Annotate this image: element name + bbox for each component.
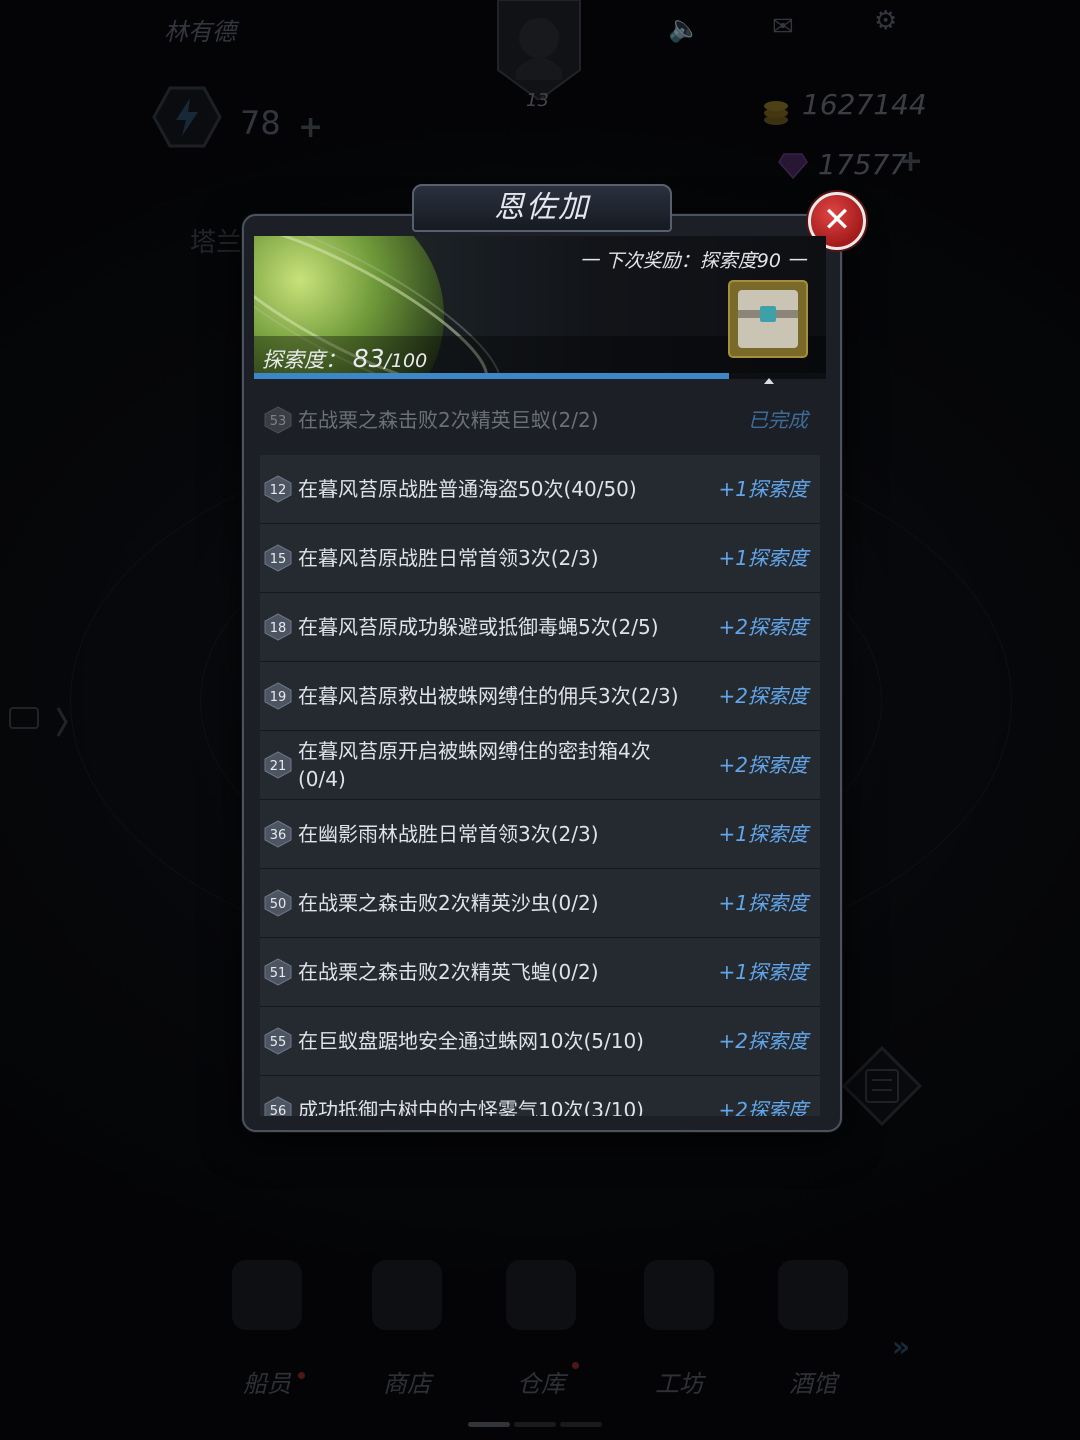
- task-text: 在暮风苔原救出被蛛网缚住的佣兵3次(2/3): [298, 684, 679, 708]
- task-number: 15: [270, 552, 287, 567]
- task-row[interactable]: 15 在暮风苔原战胜日常首领3次(2/3) +1探索度: [260, 524, 820, 594]
- task-number: 19: [270, 690, 287, 705]
- task-text: 在暮风苔原战胜日常首领3次(2/3): [298, 546, 599, 570]
- task-number-badge: 19: [264, 682, 292, 710]
- task-reward: +2探索度: [718, 1098, 808, 1116]
- next-reward-label: 一 下次奖励：探索度90 一: [579, 250, 806, 272]
- task-reward: +1探索度: [718, 891, 808, 915]
- task-reward: +2探索度: [718, 684, 808, 708]
- task-row[interactable]: 18 在暮风苔原成功躲避或抵御毒蝇5次(2/5) +2探索度: [260, 593, 820, 663]
- task-number: 21: [270, 759, 287, 774]
- task-row[interactable]: 19 在暮风苔原救出被蛛网缚住的佣兵3次(2/3) +2探索度: [260, 662, 820, 732]
- explore-current: 83: [352, 344, 385, 373]
- task-row[interactable]: 36 在幽影雨林战胜日常首领3次(2/3) +1探索度: [260, 800, 820, 870]
- explore-progress-bar: [254, 373, 826, 379]
- task-number-badge: 56: [264, 1096, 292, 1116]
- modal-title: 恩佐加: [494, 190, 590, 225]
- task-number-badge: 53: [264, 406, 292, 434]
- task-text: 在战栗之森击败2次精英飞蝗(0/2): [298, 960, 599, 984]
- explore-progress-fill: [254, 373, 729, 379]
- task-number-badge: 50: [264, 889, 292, 917]
- task-number: 53: [270, 414, 287, 429]
- task-text: 在巨蚁盘踞地安全通过蛛网10次(5/10): [298, 1029, 644, 1053]
- explore-max: /100: [384, 350, 428, 372]
- task-number-badge: 21: [264, 751, 292, 779]
- task-number: 12: [270, 483, 287, 498]
- task-row[interactable]: 21 在暮风苔原开启被蛛网缚住的密封箱4次(0/4) +2探索度: [260, 731, 820, 801]
- explore-progress-label: 探索度： 83/100: [262, 344, 427, 374]
- task-number-badge: 51: [264, 958, 292, 986]
- task-row[interactable]: 50 在战栗之森击败2次精英沙虫(0/2) +1探索度: [260, 869, 820, 939]
- progress-marker: [764, 378, 774, 384]
- task-reward: +1探索度: [718, 960, 808, 984]
- task-number-badge: 55: [264, 1027, 292, 1055]
- task-reward: +2探索度: [718, 753, 808, 777]
- task-text: 在战栗之森击败2次精英沙虫(0/2): [298, 891, 599, 915]
- task-text: 在幽影雨林战胜日常首领3次(2/3): [298, 822, 599, 846]
- task-text: 成功抵御古树中的古怪雾气10次(3/10): [298, 1098, 644, 1116]
- task-number-badge: 15: [264, 544, 292, 572]
- task-number: 50: [270, 897, 287, 912]
- task-row[interactable]: 56 成功抵御古树中的古怪雾气10次(3/10) +2探索度: [260, 1076, 820, 1116]
- task-reward: +1探索度: [718, 822, 808, 846]
- explore-label-text: 探索度：: [262, 348, 346, 372]
- task-number-badge: 12: [264, 475, 292, 503]
- planet-banner: 一 下次奖励：探索度90 一 探索度： 83/100: [254, 236, 826, 378]
- task-row[interactable]: 53 在战栗之森击败2次精英巨蚁(2/2) 已完成: [260, 386, 820, 454]
- task-number-badge: 18: [264, 613, 292, 641]
- task-text: 在暮风苔原战胜普通海盗50次(40/50): [298, 477, 637, 501]
- task-reward: +1探索度: [718, 477, 808, 501]
- task-number: 51: [270, 966, 287, 981]
- task-number: 36: [270, 828, 287, 843]
- task-number-badge: 36: [264, 820, 292, 848]
- task-row[interactable]: 55 在巨蚁盘踞地安全通过蛛网10次(5/10) +2探索度: [260, 1007, 820, 1077]
- task-row[interactable]: 12 在暮风苔原战胜普通海盗50次(40/50) +1探索度: [260, 455, 820, 525]
- modal-title-tab: 恩佐加: [412, 184, 672, 232]
- task-reward: +1探索度: [718, 546, 808, 570]
- reward-chest-icon[interactable]: [728, 280, 808, 358]
- task-reward: +2探索度: [718, 1029, 808, 1053]
- task-number: 18: [270, 621, 287, 636]
- task-text: 在战栗之森击败2次精英巨蚁(2/2): [298, 408, 599, 432]
- task-text: 在暮风苔原开启被蛛网缚住的密封箱4次(0/4): [298, 739, 651, 791]
- task-text: 在暮风苔原成功躲避或抵御毒蝇5次(2/5): [298, 615, 659, 639]
- task-reward: +2探索度: [718, 615, 808, 639]
- task-status-complete: 已完成: [748, 408, 808, 432]
- task-number: 55: [270, 1035, 287, 1050]
- task-row[interactable]: 51 在战栗之森击败2次精英飞蝗(0/2) +1探索度: [260, 938, 820, 1008]
- task-list[interactable]: 53 在战栗之森击败2次精英巨蚁(2/2) 已完成 12 在暮风苔原战胜普通海盗50次(…: [254, 386, 826, 1116]
- task-number: 56: [270, 1104, 287, 1116]
